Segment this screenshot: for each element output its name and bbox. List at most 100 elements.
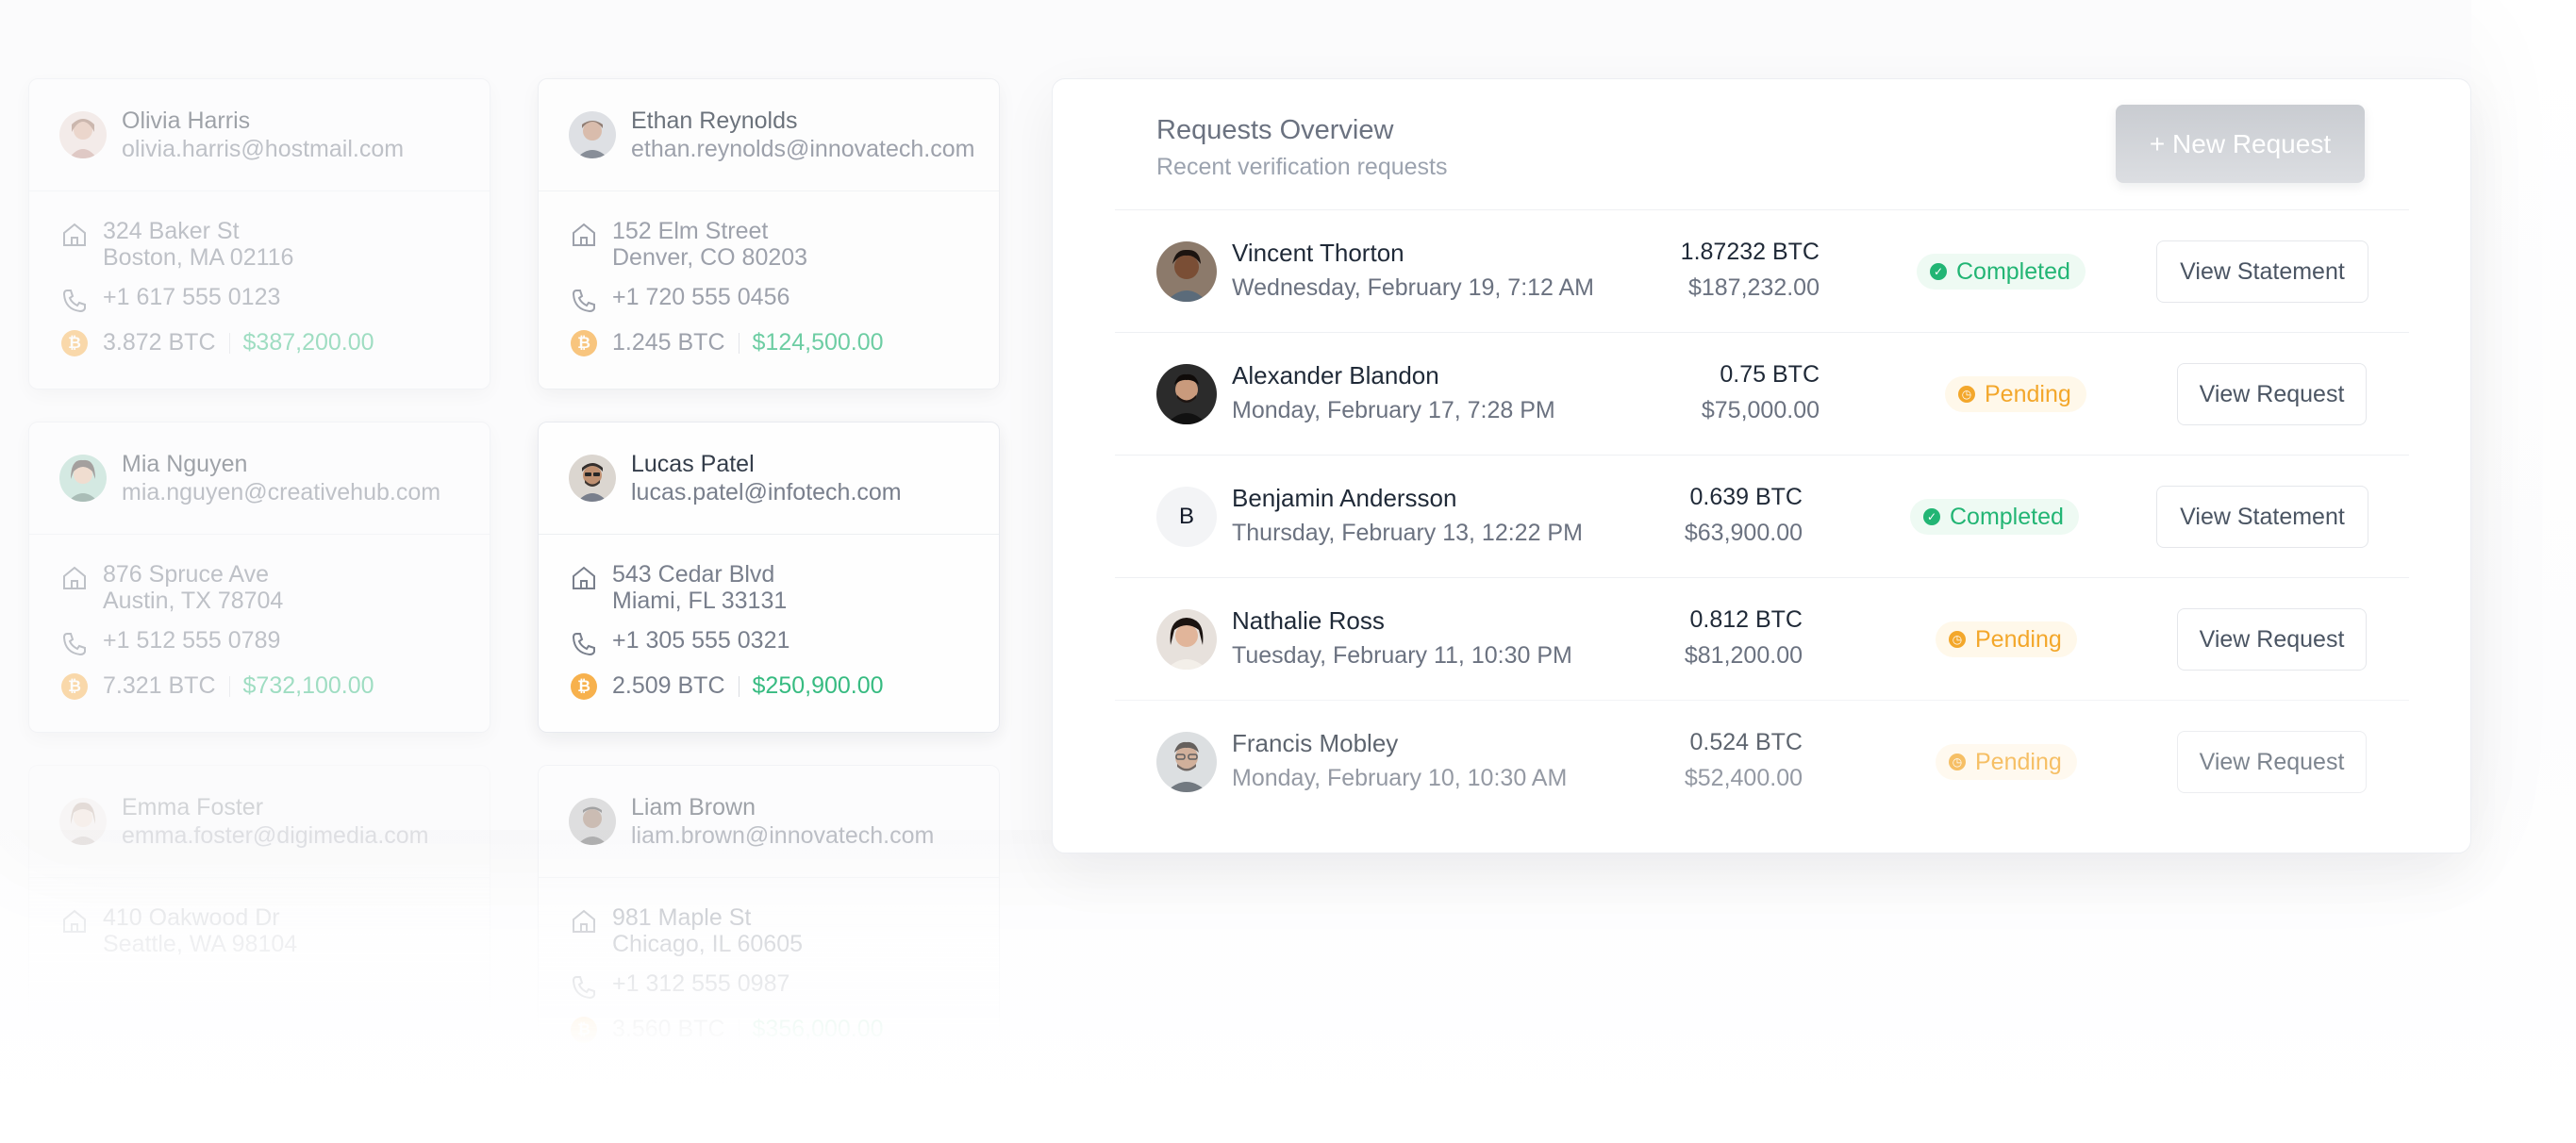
balance-row: ₿ 1.245 BTC $124,500.00 <box>569 329 969 356</box>
btc-amount: 0.524 BTC <box>1689 729 1803 755</box>
address-row: 981 Maple St Chicago, IL 60605 <box>569 904 969 957</box>
contact-email: mia.nguyen@creativehub.com <box>122 479 441 505</box>
avatar: B <box>1156 487 1217 547</box>
phone-icon <box>62 290 86 313</box>
phone-icon <box>62 633 86 656</box>
view-statement-button[interactable]: View Statement <box>2156 240 2368 303</box>
request-date: Tuesday, February 11, 10:30 PM <box>1232 642 1572 669</box>
request-row[interactable]: Vincent Thorton Wednesday, February 19, … <box>1115 209 2409 332</box>
status-label: Completed <box>1950 503 2064 530</box>
request-row[interactable]: B Benjamin Andersson Thursday, February … <box>1115 455 2409 577</box>
clock-icon: ◷ <box>1958 386 1975 403</box>
new-request-button[interactable]: + New Request <box>2116 105 2365 183</box>
contact-card-body: 410 Oakwood Dr Seattle, WA 98104 <box>29 878 490 957</box>
status-badge: ✓ Completed <box>1917 254 2086 290</box>
phone-row: +1 512 555 0789 <box>59 627 459 659</box>
requests-list: Vincent Thorton Wednesday, February 19, … <box>1115 209 2409 822</box>
view-request-button[interactable]: View Request <box>2177 363 2367 425</box>
phone-row: +1 720 555 0456 <box>569 284 969 316</box>
usd-amount: $63,900.00 <box>1684 520 1803 546</box>
usd-amount: $75,000.00 <box>1701 397 1820 423</box>
phone-icon <box>572 633 595 656</box>
address-line-1: 410 Oakwood Dr <box>103 904 280 931</box>
address-line-2: Seattle, WA 98104 <box>103 931 298 957</box>
contact-card-body: 324 Baker St Boston, MA 02116 +1 617 555 … <box>29 191 490 356</box>
divider <box>738 675 740 697</box>
address-row: 152 Elm Street Denver, CO 80203 <box>569 218 969 271</box>
phone-icon <box>572 290 595 313</box>
usd-balance: $124,500.00 <box>752 329 884 356</box>
usd-balance: $732,100.00 <box>242 672 374 699</box>
view-statement-button[interactable]: View Statement <box>2156 486 2368 548</box>
contact-card-header: Olivia Harris olivia.harris@hostmail.com <box>29 79 490 191</box>
request-date: Thursday, February 13, 12:22 PM <box>1232 520 1583 546</box>
btc-amount: 0.75 BTC <box>1720 361 1820 388</box>
avatar <box>1156 732 1217 792</box>
requester-name: Vincent Thorton <box>1232 239 1404 267</box>
phone-row: +1 312 555 0987 <box>569 970 969 1002</box>
address-row: 876 Spruce Ave Austin, TX 78704 <box>59 561 459 614</box>
home-icon <box>573 909 595 933</box>
address-line-2: Chicago, IL 60605 <box>612 931 804 957</box>
home-icon <box>63 566 86 589</box>
contact-name: Olivia Harris <box>122 108 251 134</box>
address-line-2: Boston, MA 02116 <box>103 244 294 271</box>
usd-balance: $356,000.00 <box>752 1016 884 1042</box>
avatar <box>1156 364 1217 424</box>
status-badge: ◷ Pending <box>1936 621 2077 657</box>
request-row[interactable]: Francis Mobley Monday, February 10, 10:3… <box>1115 700 2409 822</box>
contact-card-body: 981 Maple St Chicago, IL 60605 +1 312 555… <box>539 878 999 1043</box>
panel-title: Requests Overview <box>1156 115 1394 145</box>
requester-name: Benjamin Andersson <box>1232 484 1457 512</box>
contact-phone: +1 512 555 0789 <box>103 627 281 654</box>
check-circle-icon: ✓ <box>1923 508 1940 525</box>
contact-phone: +1 617 555 0123 <box>103 284 281 310</box>
contact-card[interactable]: Mia Nguyen mia.nguyen@creativehub.com 87… <box>28 422 490 733</box>
bitcoin-icon: ₿ <box>571 329 597 356</box>
requester-name: Francis Mobley <box>1232 729 1399 757</box>
contact-card[interactable]: Emma Foster emma.foster@digimedia.com 41… <box>28 765 490 1048</box>
usd-balance: $250,900.00 <box>752 672 884 699</box>
status-badge: ◷ Pending <box>1945 376 2086 412</box>
contact-card[interactable]: Liam Brown liam.brown@innovatech.com 981… <box>538 765 1000 1048</box>
btc-balance: 1.245 BTC <box>612 329 725 356</box>
usd-balance: $387,200.00 <box>242 329 374 356</box>
btc-amount: 1.87232 BTC <box>1680 239 1820 265</box>
divider <box>228 675 230 697</box>
balance-row: ₿ 7.321 BTC $732,100.00 <box>59 672 459 700</box>
phone-row: +1 617 555 0123 <box>59 284 459 316</box>
view-request-button[interactable]: View Request <box>2177 608 2367 671</box>
home-icon <box>573 566 595 589</box>
check-circle-icon: ✓ <box>1930 263 1947 280</box>
contact-card[interactable]: Lucas Patel lucas.patel@infotech.com 543… <box>538 422 1000 733</box>
avatar <box>59 455 107 502</box>
status-label: Completed <box>1956 257 2070 285</box>
request-date: Monday, February 10, 10:30 AM <box>1232 765 1568 791</box>
contact-card[interactable]: Olivia Harris olivia.harris@hostmail.com… <box>28 78 490 389</box>
divider <box>228 332 230 354</box>
btc-balance: 2.509 BTC <box>612 672 725 699</box>
btc-amount: 0.812 BTC <box>1689 606 1803 633</box>
address-line-1: 152 Elm Street <box>612 218 769 244</box>
view-request-button[interactable]: View Request <box>2177 731 2367 793</box>
usd-amount: $81,200.00 <box>1684 642 1803 669</box>
request-row[interactable]: Nathalie Ross Tuesday, February 11, 10:3… <box>1115 577 2409 700</box>
contact-name: Emma Foster <box>122 794 264 820</box>
contact-card-header: Mia Nguyen mia.nguyen@creativehub.com <box>29 422 490 535</box>
request-row[interactable]: Alexander Blandon Monday, February 17, 7… <box>1115 332 2409 455</box>
address-row: 543 Cedar Blvd Miami, FL 33131 <box>569 561 969 614</box>
address-line-1: 876 Spruce Ave <box>103 561 270 588</box>
usd-amount: $187,232.00 <box>1687 274 1820 301</box>
contact-phone: +1 312 555 0987 <box>612 970 790 997</box>
btc-balance: 3.560 BTC <box>612 1016 725 1042</box>
contact-card[interactable]: Ethan Reynolds ethan.reynolds@innovatech… <box>538 78 1000 389</box>
requester-name: Alexander Blandon <box>1232 361 1439 389</box>
address-row: 410 Oakwood Dr Seattle, WA 98104 <box>59 904 459 957</box>
app-canvas: Olivia Harris olivia.harris@hostmail.com… <box>0 0 2576 1143</box>
contact-cards-grid: Olivia Harris olivia.harris@hostmail.com… <box>28 78 1000 1059</box>
clock-icon: ◷ <box>1949 754 1966 770</box>
address-row: 324 Baker St Boston, MA 02116 <box>59 218 459 271</box>
home-icon <box>63 223 86 246</box>
bitcoin-icon: ₿ <box>571 672 597 700</box>
requests-overview-panel: Requests Overview Recent verification re… <box>1052 78 2471 853</box>
